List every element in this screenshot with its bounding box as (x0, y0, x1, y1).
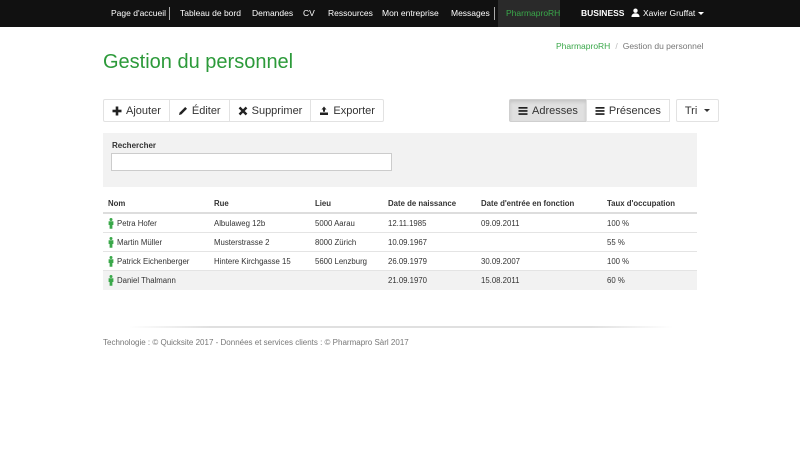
action-toolbar: Ajouter Éditer Supprimer Exporter (103, 99, 384, 122)
cell-occupation: 100 % (607, 257, 630, 266)
cell-birthdate: 12.11.1985 (388, 219, 427, 228)
cell-name: Petra Hofer (117, 219, 157, 228)
cell-entry-date: 09.09.2011 (481, 219, 520, 228)
nav-resources[interactable]: Ressources (328, 0, 373, 27)
cell-birthdate: 26.09.1979 (388, 257, 428, 266)
top-navbar: Page d'accueil Tableau de bord Demandes … (0, 0, 800, 27)
person-icon (108, 256, 114, 267)
personnel-table: Nom Rue Lieu Date de naissance Date d'en… (103, 194, 697, 290)
table-row[interactable]: Daniel Thalmann 21.09.1970 15.08.2011 60… (103, 271, 697, 290)
column-header-entry-date[interactable]: Date d'entrée en fonction (481, 199, 574, 208)
add-button-label: Ajouter (126, 104, 161, 117)
cell-name: Martin Müller (117, 238, 163, 247)
list-icon (595, 106, 605, 115)
breadcrumb-current: Gestion du personnel (622, 41, 704, 51)
add-button[interactable]: Ajouter (103, 99, 170, 122)
column-header-location[interactable]: Lieu (315, 199, 331, 208)
nav-my-company[interactable]: Mon entreprise (382, 0, 439, 27)
cell-occupation: 60 % (607, 276, 625, 285)
nav-cv[interactable]: CV (303, 0, 315, 27)
nav-app-name[interactable]: PharmaproRH (506, 0, 560, 27)
nav-requests[interactable]: Demandes (252, 0, 293, 27)
table-row[interactable]: Petra Hofer Albulaweg 12b 5000 Aarau 12.… (103, 214, 697, 233)
user-name: Xavier Gruffat (643, 8, 696, 18)
cell-occupation: 55 % (607, 238, 625, 247)
cell-birthdate: 21.09.1970 (388, 276, 428, 285)
table-row[interactable]: Martin Müller Musterstrasse 2 8000 Züric… (103, 233, 697, 252)
presences-view-button[interactable]: Présences (585, 99, 670, 122)
search-panel: Rechercher (103, 133, 697, 187)
search-label: Rechercher (112, 141, 157, 150)
nav-separator (494, 7, 495, 20)
cell-street: Musterstrasse 2 (214, 238, 270, 247)
edit-button[interactable]: Éditer (168, 99, 230, 122)
sort-label: Tri (684, 104, 698, 117)
chevron-down-icon (704, 109, 711, 112)
footer-copyright: Technologie : © Quicksite 2017 - Données… (103, 338, 409, 347)
page-title: Gestion du personnel (103, 51, 294, 73)
export-button-label: Exporter (333, 104, 375, 117)
chevron-down-icon (698, 12, 705, 16)
addresses-view-label: Adresses (532, 104, 578, 117)
addresses-view-button[interactable]: Adresses (509, 99, 587, 122)
nav-separator (169, 7, 170, 20)
sort-dropdown[interactable]: Tri (675, 99, 720, 122)
search-input[interactable] (111, 153, 392, 171)
export-button[interactable]: Exporter (310, 99, 384, 122)
list-icon (518, 106, 528, 115)
cell-street: Hintere Kirchgasse 15 (214, 257, 291, 266)
cell-entry-date: 30.09.2007 (481, 257, 521, 266)
delete-button-label: Supprimer (251, 104, 303, 117)
column-header-occupation[interactable]: Taux d'occupation (607, 199, 675, 208)
cell-location: 5600 Lenzburg (315, 257, 368, 266)
cell-occupation: 100 % (607, 219, 630, 228)
presences-view-label: Présences (608, 104, 661, 117)
person-icon (108, 275, 114, 286)
nav-messages[interactable]: Messages (451, 0, 490, 27)
column-header-birthdate[interactable]: Date de naissance (388, 199, 456, 208)
person-icon (108, 237, 114, 248)
nav-business[interactable]: BUSINESS (581, 0, 624, 27)
edit-button-label: Éditer (191, 104, 221, 117)
person-icon (108, 218, 114, 229)
nav-home[interactable]: Page d'accueil (111, 0, 166, 27)
delete-button[interactable]: Supprimer (228, 99, 312, 122)
close-icon (238, 106, 247, 115)
view-toolbar: Adresses Présences Tri (509, 99, 720, 122)
user-menu[interactable]: Xavier Gruffat (631, 0, 705, 27)
cell-name: Daniel Thalmann (117, 276, 176, 285)
column-header-street[interactable]: Rue (214, 199, 229, 208)
breadcrumb: PharmaproRH / Gestion du personnel (556, 41, 704, 51)
cell-entry-date: 15.08.2011 (481, 276, 520, 285)
breadcrumb-home[interactable]: PharmaproRH (556, 41, 610, 51)
export-icon (320, 106, 329, 115)
table-header: Nom Rue Lieu Date de naissance Date d'en… (103, 194, 697, 214)
pencil-icon (178, 106, 187, 115)
plus-icon (112, 106, 122, 115)
user-icon (631, 8, 640, 17)
breadcrumb-separator: / (615, 41, 618, 51)
column-header-name[interactable]: Nom (108, 199, 125, 208)
cell-name: Patrick Eichenberger (117, 257, 190, 266)
cell-location: 5000 Aarau (315, 219, 355, 228)
cell-street: Albulaweg 12b (214, 219, 266, 228)
footer-divider (128, 326, 673, 328)
nav-dashboard[interactable]: Tableau de bord (180, 0, 241, 27)
cell-location: 8000 Zürich (315, 238, 357, 247)
table-row[interactable]: Patrick Eichenberger Hintere Kirchgasse … (103, 252, 697, 271)
cell-birthdate: 10.09.1967 (388, 238, 428, 247)
